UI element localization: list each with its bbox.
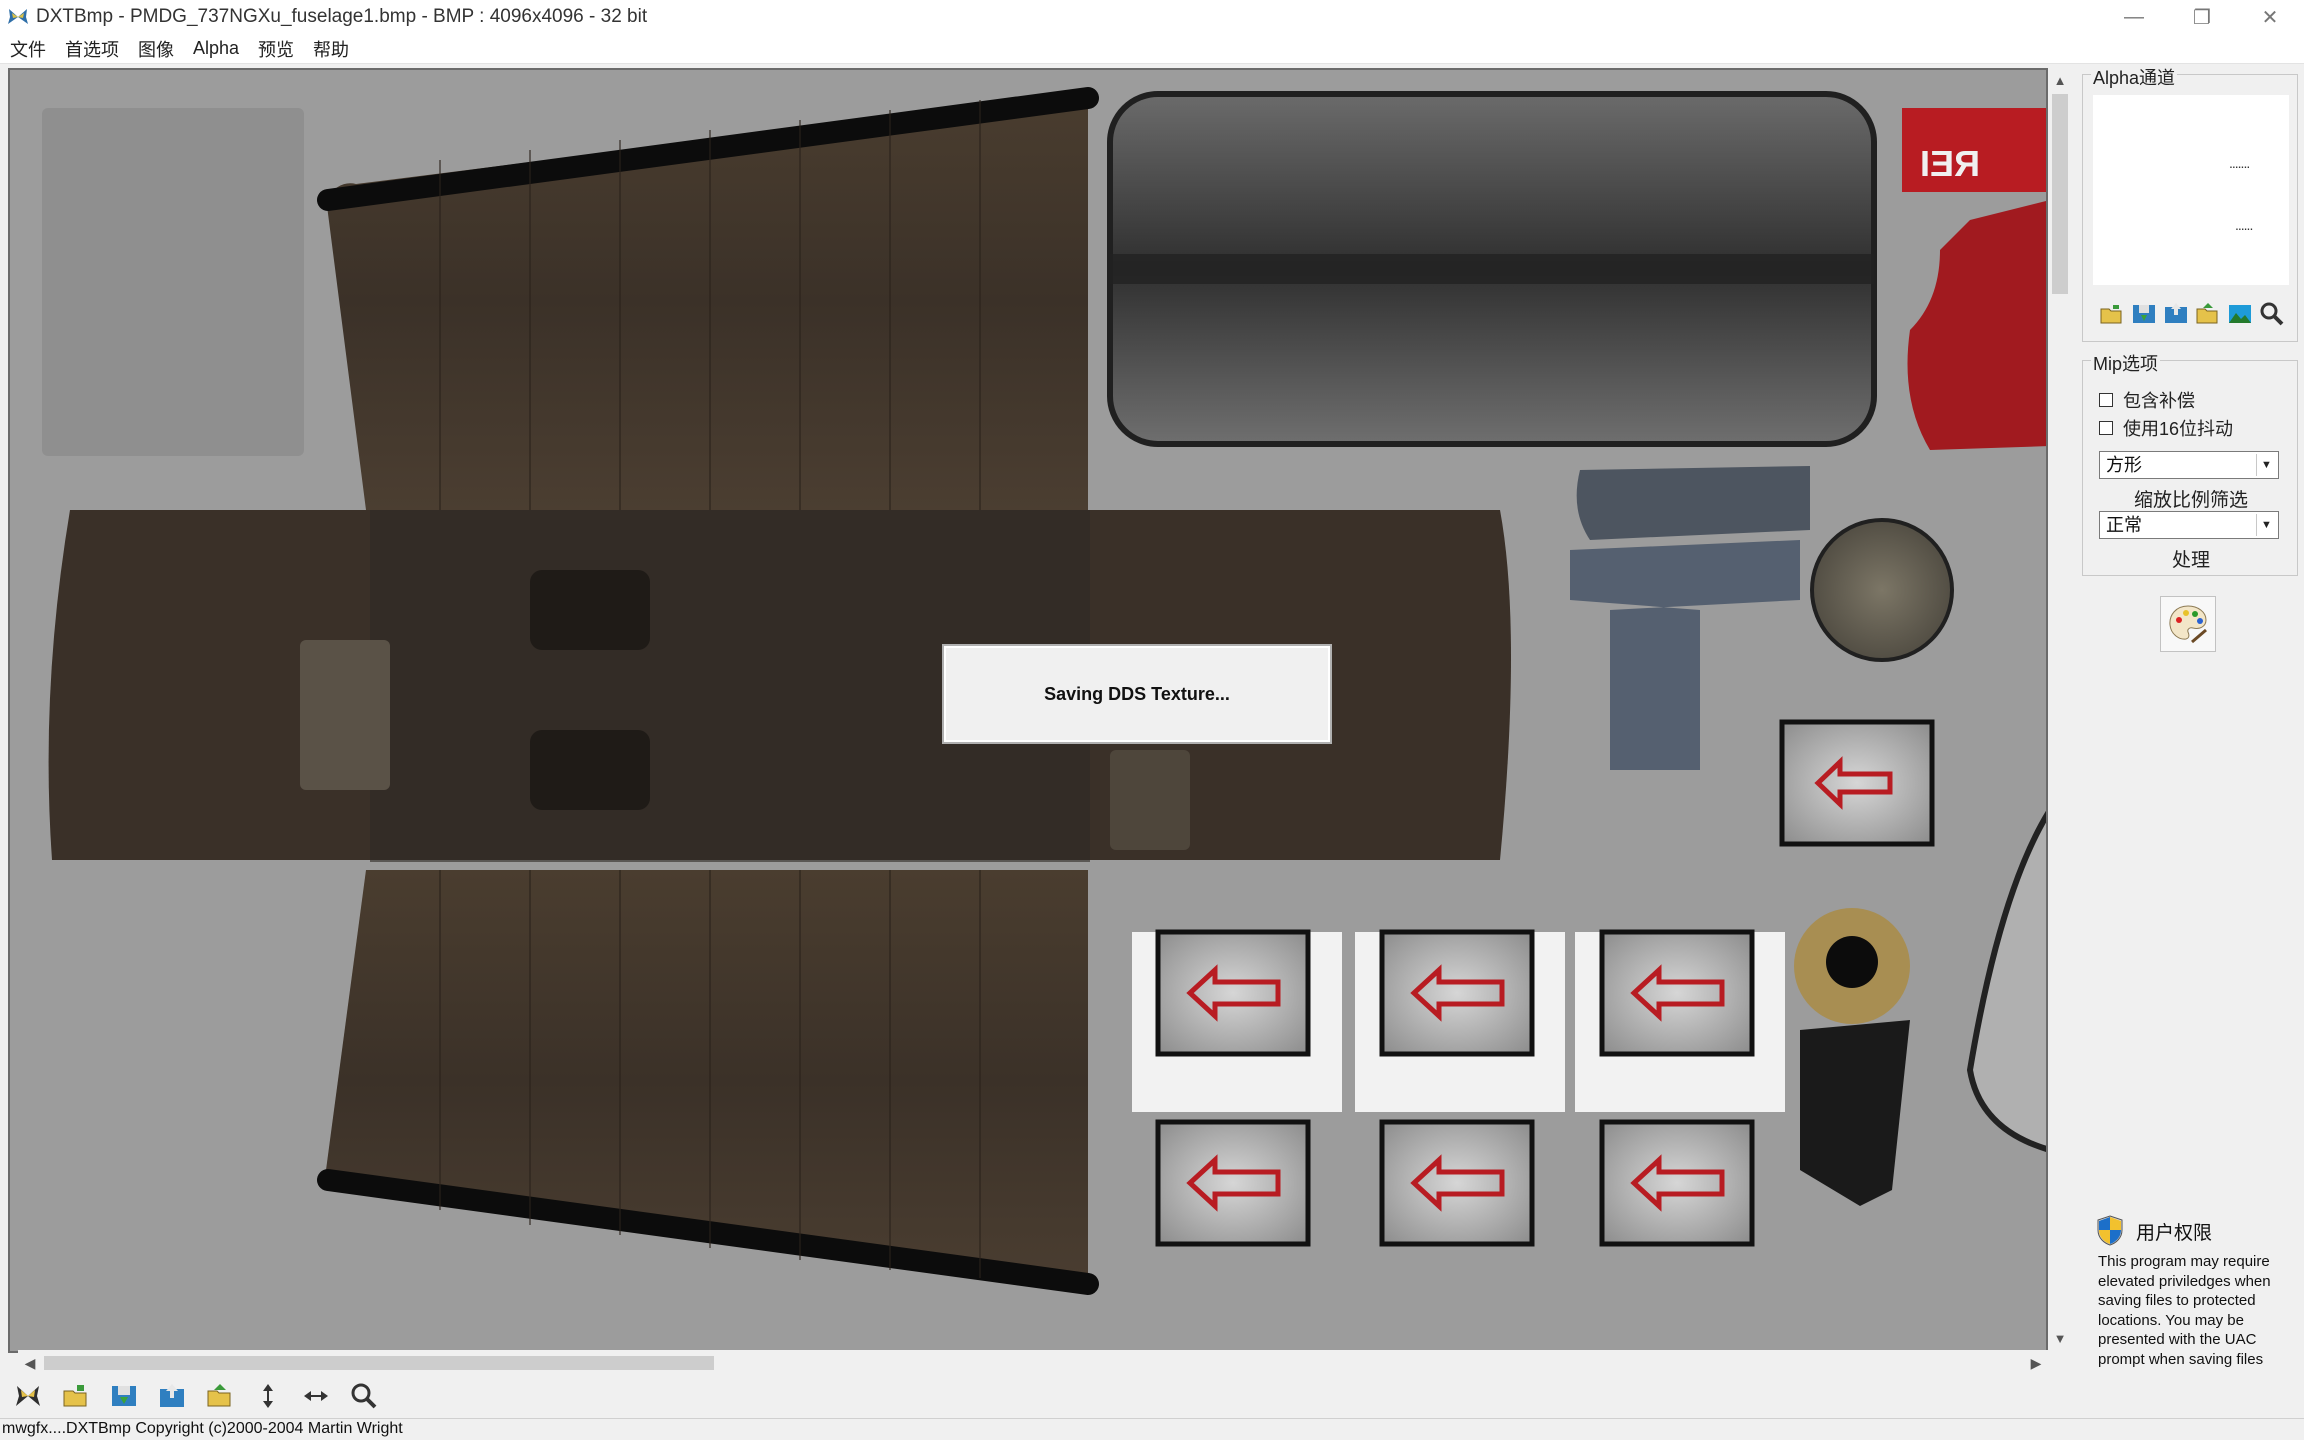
mip-group-label: Mip选项 [2091, 350, 2161, 376]
app-butterfly-icon [8, 9, 28, 24]
alpha-dots-1: ....... [2229, 155, 2250, 171]
open-folder-icon[interactable] [2099, 301, 2125, 327]
menu-file[interactable]: 文件 [0, 36, 55, 62]
horizontal-scroll-thumb[interactable] [44, 1356, 714, 1370]
menu-help[interactable]: 帮助 [303, 36, 358, 62]
menu-image[interactable]: 图像 [128, 36, 183, 62]
chevron-down-icon[interactable]: ▼ [2256, 514, 2276, 536]
menu-bar: 文件 首选项 图像 Alpha 预览 帮助 [0, 34, 2304, 64]
alpha-toolbar [2099, 301, 2285, 327]
include-compensation-label: 包含补偿 [2123, 391, 2195, 411]
saving-dialog: Saving DDS Texture... [942, 644, 1332, 744]
saving-message: Saving DDS Texture... [1044, 683, 1230, 704]
palette-icon [2169, 605, 2207, 644]
status-bar: mwgfx....DXTBmp Copyright (c)2000-2004 M… [0, 1418, 2304, 1440]
include-compensation-row[interactable]: 包含补偿 [2099, 387, 2195, 413]
save-icon[interactable] [110, 1382, 138, 1410]
vertical-scroll-thumb[interactable] [2052, 94, 2068, 294]
svg-text:REI: REI [1920, 143, 1980, 184]
import-icon[interactable] [158, 1382, 186, 1410]
shape-select-value: 方形 [2106, 455, 2142, 475]
uac-text: This program may require elevated privil… [2098, 1253, 2271, 1368]
export-folder-icon[interactable] [206, 1382, 234, 1410]
filter-select[interactable]: 正常 ▼ [2099, 511, 2279, 539]
bottom-toolbar [0, 1374, 2304, 1418]
filter-select-value: 正常 [2106, 515, 2142, 535]
scroll-up-arrow[interactable]: ▲ [2048, 68, 2072, 92]
scroll-left-arrow[interactable]: ◀ [18, 1350, 42, 1376]
alpha-group-label: Alpha通道 [2091, 64, 2178, 90]
import-icon[interactable] [2163, 301, 2189, 327]
menu-preview[interactable]: 预览 [248, 36, 303, 62]
dither16-label: 使用16位抖动 [2123, 419, 2234, 439]
chevron-down-icon[interactable]: ▼ [2256, 454, 2276, 476]
zoom-icon[interactable] [350, 1382, 378, 1410]
mip-group: Mip选项 包含补偿 使用16位抖动 方形 ▼ 缩放比例筛选 正常 ▼ 处理 [2082, 350, 2298, 576]
shape-select[interactable]: 方形 ▼ [2099, 451, 2279, 479]
close-button[interactable]: ✕ [2236, 0, 2304, 34]
right-panel: Alpha通道 ....... ...... Mip选项 包含补偿 使用16位抖… [2074, 64, 2304, 1374]
save-icon[interactable] [2131, 301, 2157, 327]
dither16-row[interactable]: 使用16位抖动 [2099, 415, 2233, 441]
horizontal-scrollbar[interactable]: ◀ ▶ [18, 1350, 2048, 1376]
uac-title: 用户权限 [2136, 1223, 2213, 1244]
landscape-icon[interactable] [2227, 301, 2253, 327]
vertical-scrollbar[interactable]: ▲ ▼ [2048, 68, 2072, 1353]
shield-icon [2097, 1215, 2123, 1246]
process-label: 处理 [2171, 550, 2210, 571]
title-bar: DXTBmp - PMDG_737NGXu_fuselage1.bmp - BM… [0, 0, 2304, 34]
open-folder-icon[interactable] [62, 1382, 90, 1410]
alpha-preview[interactable]: ....... ...... [2093, 95, 2289, 285]
export-folder-icon[interactable] [2195, 301, 2221, 327]
dither16-checkbox[interactable] [2099, 421, 2113, 435]
round-hatch [1810, 518, 1954, 662]
scroll-right-arrow[interactable]: ▶ [2024, 1350, 2048, 1376]
flip-vertical-icon[interactable] [254, 1382, 282, 1410]
include-compensation-checkbox[interactable] [2099, 393, 2113, 407]
scroll-down-arrow[interactable]: ▼ [2048, 1326, 2072, 1350]
menu-preferences[interactable]: 首选项 [55, 36, 128, 62]
minimize-button[interactable]: — [2100, 0, 2168, 34]
menu-alpha[interactable]: Alpha [183, 38, 248, 59]
restore-button[interactable]: ❐ [2168, 0, 2236, 34]
grey-blur-block [42, 108, 304, 456]
alpha-dots-2: ...... [2235, 217, 2253, 233]
alpha-group: Alpha通道 ....... ...... [2082, 64, 2298, 342]
butterfly-icon[interactable] [14, 1382, 42, 1410]
window-title: DXTBmp - PMDG_737NGXu_fuselage1.bmp - BM… [36, 6, 648, 27]
zoom-icon[interactable] [2259, 301, 2285, 327]
flip-horizontal-icon[interactable] [302, 1382, 330, 1410]
process-button[interactable] [2160, 596, 2216, 652]
scale-filter-label: 缩放比例筛选 [2133, 490, 2248, 511]
